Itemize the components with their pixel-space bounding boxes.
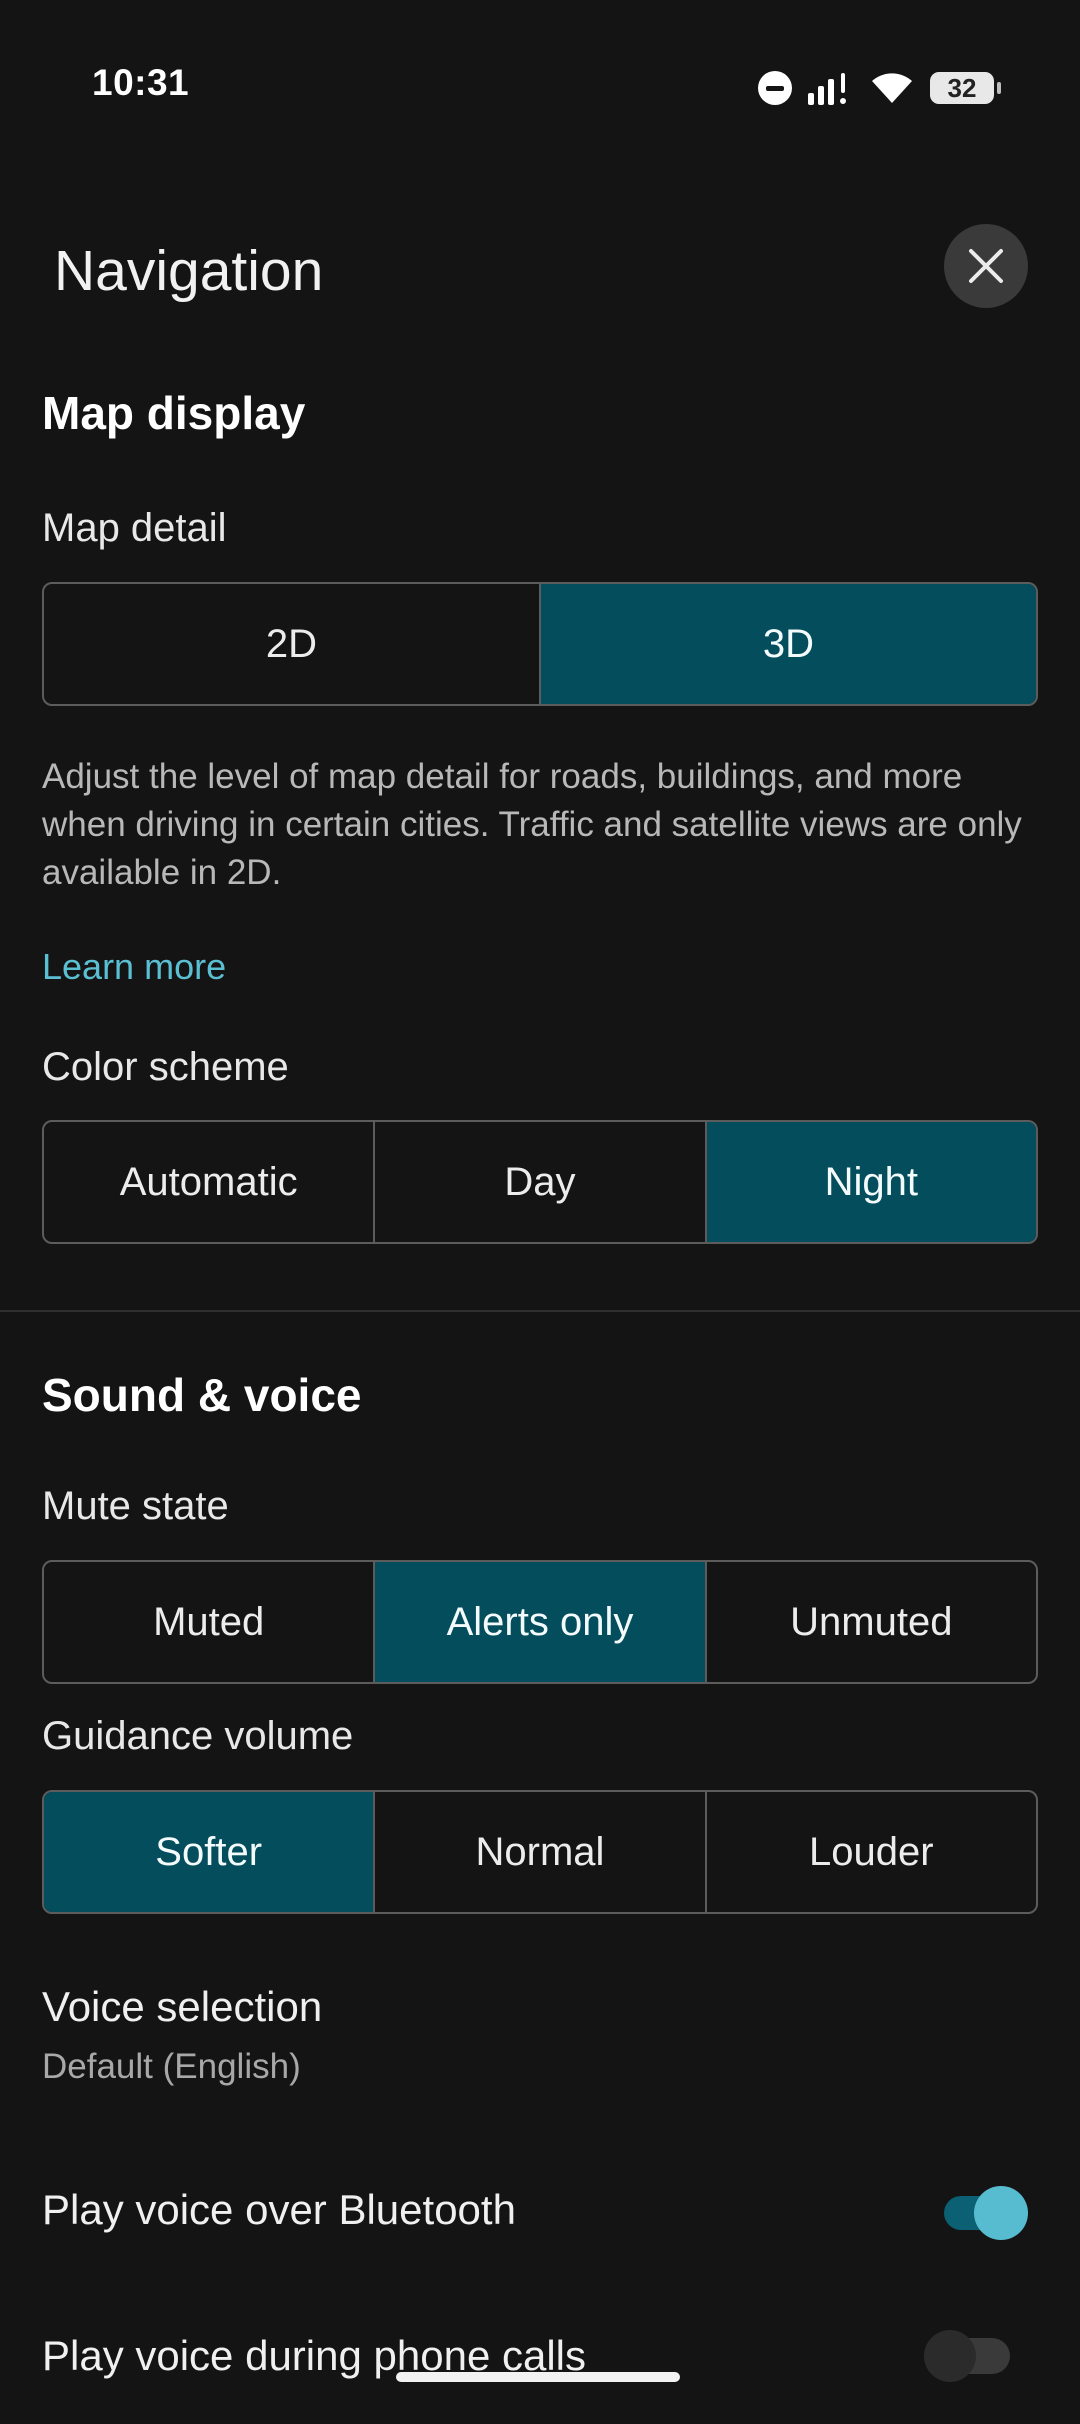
toggle-knob <box>974 2186 1028 2240</box>
page-title: Navigation <box>54 239 324 303</box>
color-scheme-option-automatic[interactable]: Automatic <box>44 1122 376 1242</box>
map-detail-option-2d[interactable]: 2D <box>44 584 541 704</box>
guidance-volume-label: Guidance volume <box>42 1714 354 1758</box>
color-scheme-segmented: Automatic Day Night <box>42 1120 1038 1244</box>
guidance-volume-option-softer[interactable]: Softer <box>44 1792 376 1912</box>
do-not-disturb-icon <box>758 71 792 105</box>
home-indicator[interactable] <box>396 2372 680 2382</box>
close-button[interactable] <box>944 224 1028 308</box>
guidance-volume-option-normal[interactable]: Normal <box>375 1792 707 1912</box>
map-detail-description: Adjust the level of map detail for roads… <box>42 757 1022 892</box>
battery-icon: 32 <box>930 72 1001 104</box>
signal-icon <box>808 73 846 105</box>
section-divider <box>0 1310 1080 1312</box>
close-icon <box>969 249 1003 283</box>
status-icons: 32 <box>758 64 1001 112</box>
voice-selection-value: Default (English) <box>42 2047 301 2086</box>
color-scheme-label: Color scheme <box>42 1045 289 1089</box>
phone-calls-voice-toggle[interactable] <box>924 2330 1010 2382</box>
mute-state-label: Mute state <box>42 1484 229 1528</box>
section-title-sound-voice: Sound & voice <box>42 1369 362 1421</box>
color-scheme-option-day[interactable]: Day <box>375 1122 707 1242</box>
learn-more-link[interactable]: Learn more <box>42 946 226 988</box>
mute-state-option-muted[interactable]: Muted <box>44 1562 376 1682</box>
bluetooth-voice-toggle[interactable] <box>944 2186 1028 2240</box>
guidance-volume-segmented: Softer Normal Louder <box>42 1790 1038 1914</box>
color-scheme-option-night[interactable]: Night <box>706 1122 1036 1242</box>
mute-state-option-unmuted[interactable]: Unmuted <box>707 1562 1036 1682</box>
status-time: 10:31 <box>92 62 190 103</box>
voice-selection-title[interactable]: Voice selection <box>42 1983 322 2031</box>
bluetooth-voice-label: Play voice over Bluetooth <box>42 2186 516 2233</box>
map-detail-segmented: 2D 3D <box>42 582 1038 706</box>
map-detail-label: Map detail <box>42 506 227 550</box>
wifi-icon <box>872 73 912 103</box>
toggle-knob <box>924 2330 976 2382</box>
battery-level: 32 <box>947 72 977 103</box>
mute-state-option-alerts-only[interactable]: Alerts only <box>375 1562 707 1682</box>
section-title-map-display: Map display <box>42 387 306 439</box>
map-detail-option-3d[interactable]: 3D <box>541 584 1036 704</box>
guidance-volume-option-louder[interactable]: Louder <box>707 1792 1036 1912</box>
mute-state-segmented: Muted Alerts only Unmuted <box>42 1560 1038 1684</box>
